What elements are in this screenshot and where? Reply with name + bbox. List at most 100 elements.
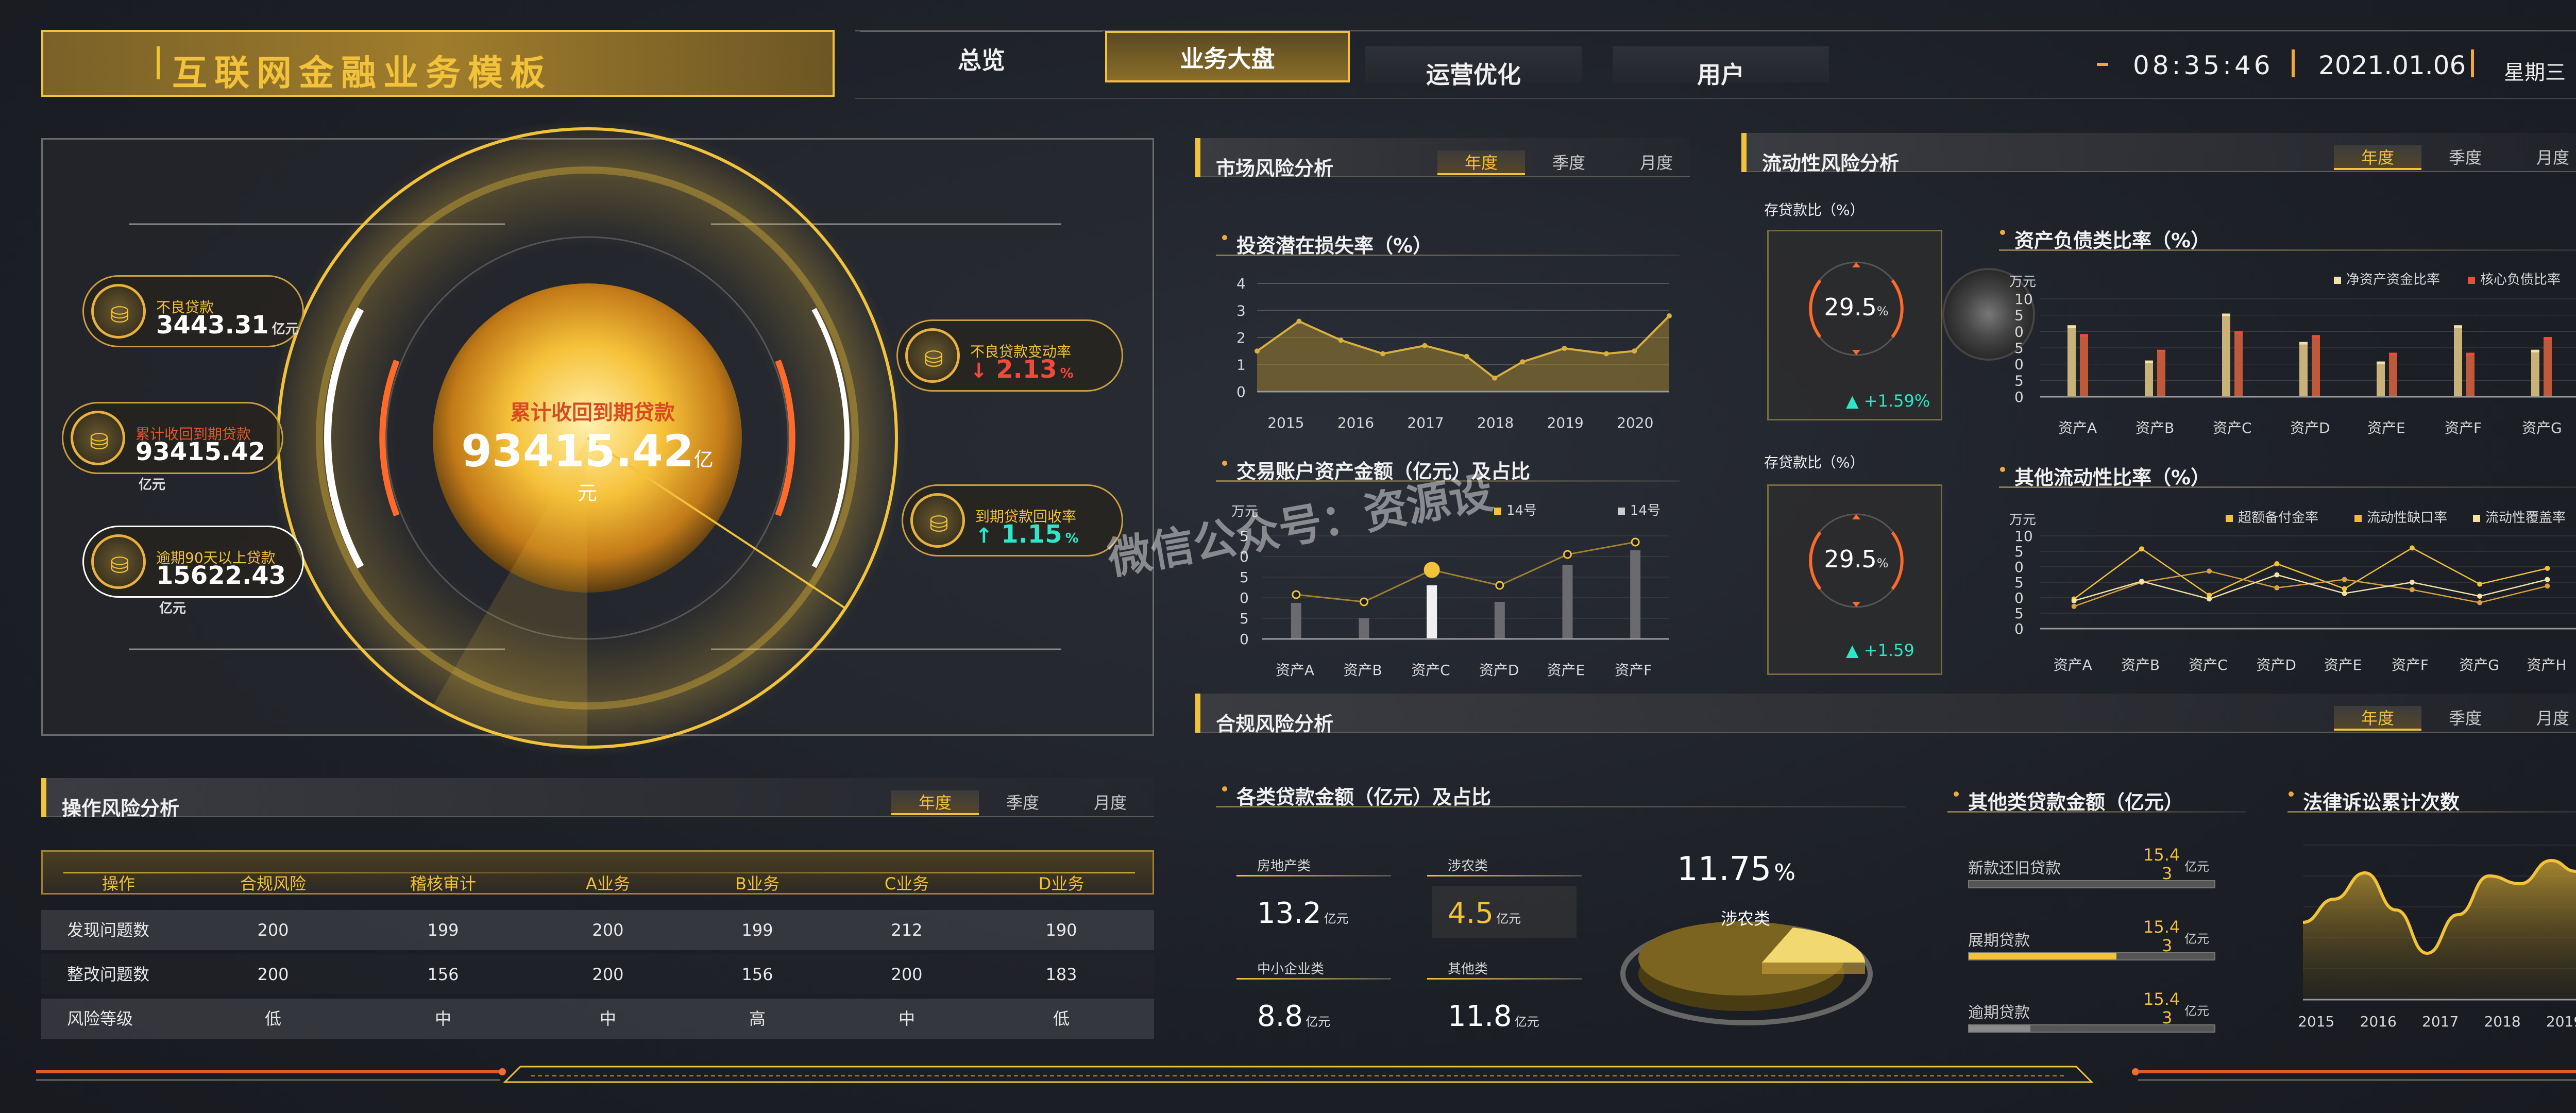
bar-cap [2299, 342, 2308, 345]
y-tick-label: 10 [2014, 528, 2033, 545]
bar [1494, 602, 1505, 639]
y-tick-label: 5 [2014, 543, 2024, 560]
tab-month[interactable]: 月度 [1613, 150, 1700, 175]
gauge-delta: ▲ +1.59% [1846, 391, 1930, 411]
data-point [2477, 581, 2483, 587]
loan-item-unit: 亿元 [1496, 912, 1521, 926]
nav-overview[interactable]: 总览 [860, 31, 1103, 82]
legend-item: 超额备付金率 [2226, 507, 2318, 526]
chart-title-lawsuits: 法律诉讼累计次数 [2288, 786, 2460, 815]
stat-value: 15622.43 [156, 561, 286, 590]
stat-unit: 亿元 [159, 601, 187, 616]
bar-cap [2531, 349, 2539, 352]
weekday-display: 星期三 [2504, 61, 2566, 85]
bar [2157, 349, 2165, 397]
other-loan-value: 15.4 [2143, 845, 2180, 865]
gauge-value: 29.5 [1824, 293, 1877, 321]
chart-title-loss-rate: 投资潜在损失率（%） [1222, 230, 1432, 258]
y-tick-label: 5 [1240, 610, 1249, 627]
table-cell: 200 [592, 965, 624, 984]
data-point [1422, 343, 1428, 348]
down-arrow-icon: ↓ [970, 359, 988, 383]
loan-item-value: 13.2 [1257, 897, 1321, 930]
bar [1427, 585, 1437, 639]
tab-month[interactable]: 月度 [1066, 790, 1154, 815]
chart-title-balance: 资产负债类比率（%） [1999, 225, 2210, 253]
chart-unit: 万元 [2009, 274, 2037, 290]
x-tick-label: 资产B [2121, 656, 2160, 673]
other-loan-value: 15.4 [2143, 989, 2180, 1009]
data-point [1255, 348, 1260, 354]
data-point [2409, 545, 2415, 551]
other-loan-overdue: 逾期贷款 15.4 亿元 3 [1968, 989, 2215, 1046]
tab-year[interactable]: 年度 [2334, 706, 2421, 731]
nav-operations[interactable]: 运营优化 [1365, 46, 1582, 89]
area-fill [2303, 861, 2576, 1000]
table-cell: 低 [1053, 1009, 1070, 1028]
table-cell: 212 [891, 920, 923, 940]
coins-icon: ⛁ [905, 328, 960, 383]
hub-center-label: 累计收回到期贷款 [510, 401, 675, 425]
nav-business[interactable]: 业务大盘 [1105, 31, 1350, 82]
tab-year[interactable]: 年度 [891, 790, 979, 815]
bar [2312, 335, 2320, 397]
coins-icon: ⛁ [71, 411, 125, 465]
tab-quarter[interactable]: 季度 [2421, 145, 2509, 170]
tab-month[interactable]: 月度 [2509, 145, 2576, 170]
table-cell: 156 [741, 965, 773, 984]
x-tick-label: 资产E [2367, 419, 2405, 436]
data-point [1423, 562, 1440, 578]
x-tick-label: 2020 [1617, 414, 1653, 431]
time-display: 08:35:46 [2133, 50, 2274, 80]
loan-item-real-estate: 房地产类 13.2 亿元 [1236, 855, 1391, 948]
x-tick-label: 资产F [1615, 662, 1652, 679]
bar [1359, 618, 1369, 639]
tab-month[interactable]: 月度 [2509, 706, 2576, 731]
loan-item-value: 8.8 [1257, 1000, 1303, 1033]
table-cell: 高 [749, 1009, 766, 1028]
y-tick-label: 0 [2014, 589, 2024, 606]
footer-decoration [36, 1066, 2576, 1083]
x-tick-label: 资产B [1344, 662, 1382, 679]
y-tick-label: 0 [2014, 559, 2024, 576]
other-loan-extension: 展期贷款 15.4 亿元 3 [1968, 917, 2215, 974]
y-tick-label: 5 [2014, 574, 2024, 591]
y-tick-label: 0 [2014, 356, 2024, 373]
data-point [2545, 577, 2550, 582]
stat-bad-loans: ⛁ 不良贷款 3443.31 亿元 [82, 275, 304, 347]
data-point [2342, 577, 2347, 582]
stat-value: 3443.31 [156, 311, 269, 340]
bar-cap [2222, 313, 2230, 316]
period-tabs: 年度 季度 月度 [2334, 706, 2576, 731]
data-point [1632, 348, 1637, 354]
table-cell: 183 [1045, 965, 1077, 984]
bar [2145, 360, 2153, 397]
x-tick-label: 2017 [2422, 1013, 2459, 1030]
tab-quarter[interactable]: 季度 [2421, 706, 2509, 731]
liquidity-risk-panel: 流动性风险分析 年度 季度 月度 [1741, 133, 2576, 175]
data-point [2071, 598, 2077, 603]
table-cell: 156 [427, 965, 459, 984]
x-tick-label: 资产D [2290, 419, 2330, 436]
loan-item-label: 房地产类 [1257, 858, 1311, 874]
nav-users[interactable]: 用户 [1613, 46, 1829, 89]
bar [1630, 550, 1641, 639]
data-point [2342, 591, 2347, 596]
y-tick-label: 5 [2014, 372, 2024, 389]
tab-quarter[interactable]: 季度 [979, 790, 1066, 815]
period-tabs: 年度 季度 月度 [2334, 145, 2576, 170]
bar [2067, 325, 2076, 397]
data-point [2139, 546, 2144, 552]
loan-item-value: 11.8 [1448, 1000, 1512, 1033]
loan-deposit-gauge: 29.5% ▲ +1.59% [1767, 230, 1942, 420]
x-tick-label: 资产C [2189, 656, 2228, 673]
loan-deposit-gauge: 29.5% ▲ +1.59 [1767, 484, 1942, 675]
bar-cap [2067, 325, 2076, 328]
bar [1562, 565, 1573, 639]
table-cell: 190 [1045, 920, 1077, 940]
chart-title-loans: 各类贷款金额（亿元）及占比 [1222, 781, 1491, 810]
tab-year[interactable]: 年度 [2334, 145, 2421, 170]
tab-quarter[interactable]: 季度 [1525, 150, 1613, 175]
x-tick-label: 资产G [2459, 656, 2499, 673]
tab-year[interactable]: 年度 [1437, 150, 1525, 175]
